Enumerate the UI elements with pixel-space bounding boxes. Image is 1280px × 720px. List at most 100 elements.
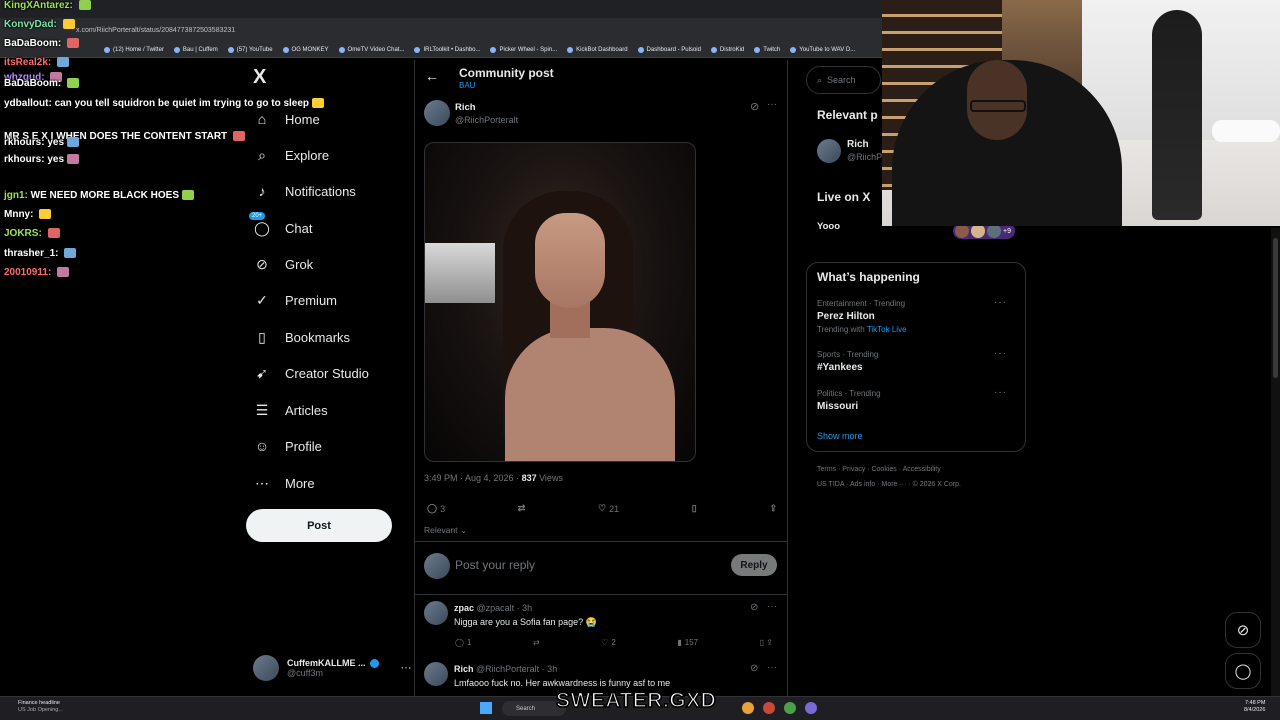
post-timestamp[interactable]: 3:49 PM · Aug 4, 2026 · 837 Views	[424, 473, 563, 483]
bookmark-item[interactable]: Dashboard - Pulsoid	[637, 46, 701, 53]
nav-item-premium[interactable]: ✓ Premium	[253, 289, 337, 311]
footer-link[interactable]: Accessibility	[903, 466, 941, 473]
footer-link[interactable]: © 2026 X Corp.	[913, 481, 961, 488]
heart-icon: ♡	[598, 503, 607, 513]
search-input[interactable]: ⌕ Search	[806, 66, 881, 94]
back-arrow-icon[interactable]: ←	[425, 68, 439, 84]
reply-author[interactable]: zpac	[454, 603, 474, 613]
nav-item-grok[interactable]: ⊘ Grok	[253, 253, 313, 275]
show-more-link[interactable]: Show more	[817, 431, 863, 441]
footer-link[interactable]: More ···	[881, 481, 906, 488]
author-name[interactable]: Rich	[455, 102, 476, 113]
bookmark-item[interactable]: OG MONKEY	[282, 46, 329, 53]
footer-link[interactable]: Cookies	[871, 466, 896, 473]
bookmark-item[interactable]: KickBot Dashboard	[567, 46, 628, 53]
account-switcher[interactable]: CuffemKALLME ... @cuff3m ···	[253, 655, 412, 681]
app-icon[interactable]	[763, 702, 775, 714]
sort-dropdown[interactable]: Relevant ⌄	[424, 525, 467, 536]
nav-label: Explore	[285, 147, 330, 163]
account-name: CuffemKALLME ...	[287, 658, 366, 668]
trend-item[interactable]: Sports · Trending #Yankees ···	[817, 348, 1017, 373]
grok-icon[interactable]: ⊘	[750, 100, 759, 113]
more-icon[interactable]: ···	[994, 387, 1007, 398]
bookmark-item[interactable]: Twitch	[754, 46, 780, 53]
footer-link[interactable]: Privacy	[842, 466, 865, 473]
reply-author[interactable]: Rich	[454, 664, 474, 674]
bookmark-item[interactable]: IRLToolkit • Dashbo...	[414, 46, 480, 53]
chrome-icon[interactable]	[742, 702, 754, 714]
chat-username: 20010911:	[4, 267, 52, 278]
reply-avatar[interactable]	[424, 601, 448, 625]
grok-icon[interactable]: ⊘	[750, 602, 758, 613]
nav-item-home[interactable]: ⌂ Home	[253, 108, 320, 130]
reply-handle[interactable]: @zpacalt · 3h	[477, 603, 533, 613]
reply-input[interactable]: Post your reply	[455, 558, 535, 572]
page-subtitle[interactable]: BAU	[459, 81, 475, 90]
more-icon[interactable]: ···	[994, 297, 1007, 308]
bookmark-item[interactable]: YouTube to WAV D...	[790, 46, 855, 53]
system-clock[interactable]: 7:48 PM 8/4/2026	[1244, 700, 1265, 714]
author-avatar[interactable]	[424, 100, 450, 126]
share-action[interactable]: ⇪	[769, 503, 777, 514]
grok-icon[interactable]: ⊘	[750, 663, 758, 674]
news-widget[interactable]: Finance headline US Job Opening...	[18, 700, 63, 714]
x-logo[interactable]: X	[253, 66, 266, 89]
more-icon[interactable]: ···	[767, 99, 777, 110]
trend-item[interactable]: Politics · Trending Missouri ···	[817, 387, 1017, 412]
relevant-avatar[interactable]	[817, 139, 841, 163]
footer-link[interactable]: Ads info	[850, 481, 875, 488]
footer-link[interactable]: Terms	[817, 466, 836, 473]
relevant-name[interactable]: Rich	[847, 139, 869, 150]
trend-extra-link[interactable]: TikTok Live	[867, 325, 907, 334]
bookmark-action[interactable]: ▯	[692, 503, 697, 514]
reply-action[interactable]: ◯ 1	[455, 638, 471, 647]
bookmark-item[interactable]: OmeTV Video Chat...	[338, 46, 404, 53]
grok-fab-button[interactable]: ⊘	[1225, 612, 1261, 648]
nav-item-bookmarks[interactable]: ▯ Bookmarks	[253, 326, 350, 348]
like-action[interactable]: ♡ 21	[598, 503, 619, 514]
clock-time: 7:48 PM	[1244, 700, 1266, 706]
reply-action[interactable]: ◯ 3	[427, 503, 445, 514]
nav-item-profile[interactable]: ☺ Profile	[253, 435, 322, 457]
post-button[interactable]: Post	[246, 509, 392, 542]
nav-item-creator-studio[interactable]: ➹ Creator Studio	[253, 362, 369, 384]
bookmark-share[interactable]: ▯ ⇪	[760, 638, 773, 647]
more-icon[interactable]: ···	[767, 662, 777, 673]
app-icon[interactable]	[784, 702, 796, 714]
account-handle: @cuff3m	[287, 668, 323, 678]
chat-message: jgn1: WE NEED MORE BLACK HOES	[4, 190, 195, 201]
app-icon[interactable]	[805, 702, 817, 714]
nav-item-articles[interactable]: ☰ Articles	[253, 399, 328, 421]
more-icon[interactable]: ···	[994, 348, 1007, 359]
nav-item-more[interactable]: ⋯ More	[253, 472, 315, 494]
reply-button[interactable]: Reply	[731, 554, 777, 576]
live-item[interactable]: Yooo	[817, 221, 840, 232]
post-photo[interactable]	[424, 142, 696, 462]
footer-link[interactable]: US TIDA	[817, 481, 844, 488]
repost-action[interactable]: ⇄	[518, 503, 526, 514]
chat-message: BaDaBoom:	[4, 38, 80, 49]
bookmark-item[interactable]: Picker Wheel - Spin...	[490, 46, 557, 53]
bookmark-item[interactable]: DistroKid	[710, 46, 744, 53]
messages-fab-button[interactable]: ◯	[1225, 653, 1261, 689]
nav-label: More	[285, 475, 315, 491]
like-action[interactable]: ♡ 2	[601, 638, 616, 647]
views-action[interactable]: ▮ 157	[677, 638, 698, 647]
more-icon[interactable]: ···	[401, 662, 412, 674]
nav-item-chat[interactable]: ◯ Chat	[253, 217, 312, 239]
divider	[415, 541, 787, 542]
nav-item-notifications[interactable]: ♪ Notifications	[253, 180, 356, 202]
reply-avatar[interactable]	[424, 662, 448, 686]
sort-label: Relevant	[424, 525, 458, 535]
author-handle[interactable]: @RiichPorteralt	[455, 115, 518, 125]
windows-start-icon[interactable]	[480, 702, 492, 714]
scrollbar-thumb[interactable]	[1273, 238, 1278, 378]
emote-icon	[64, 248, 77, 259]
page-scrollbar[interactable]	[1271, 228, 1280, 698]
live-avatar	[955, 224, 969, 238]
reply-handle[interactable]: @RiichPorteralt · 3h	[476, 664, 557, 674]
nav-item-explore[interactable]: ⌕ Explore	[253, 144, 329, 166]
more-icon[interactable]: ···	[767, 601, 777, 612]
trend-item[interactable]: Entertainment · Trending Perez Hilton Tren…	[817, 297, 1017, 334]
repost-action[interactable]: ⇄	[533, 638, 540, 647]
